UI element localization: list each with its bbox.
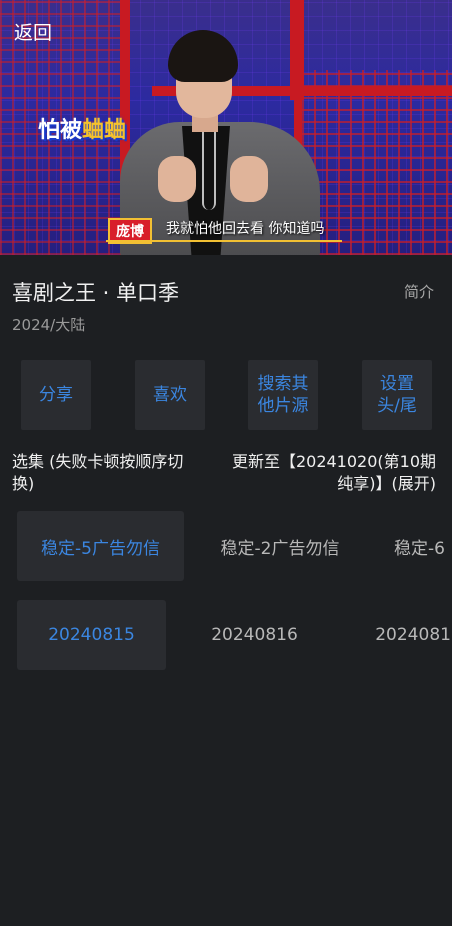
action-bar: 分享 喜欢 搜索其他片源 设置头/尾 <box>0 360 452 430</box>
source-tab-1[interactable]: 稳定-5广告勿信 <box>17 511 184 581</box>
show-title: 喜剧之王 · 单口季 <box>12 281 180 305</box>
episode-item-3[interactable]: 20240817 <box>344 600 452 670</box>
episode-item-2[interactable]: 20240816 <box>180 600 329 670</box>
show-meta: 2024/大陆 <box>12 316 86 334</box>
set-intro-outro-button[interactable]: 设置头/尾 <box>362 360 432 430</box>
episode-section-heading: 选集 (失败卡顿按顺序切换) <box>12 452 184 493</box>
share-button[interactable]: 分享 <box>21 360 91 430</box>
caption-part-a: 怕被 <box>38 118 83 143</box>
update-info-expand[interactable]: 更新至【20241020(第10期纯享)】(展开) <box>231 451 436 495</box>
subtitle-text: 我就怕他回去看 你知道吗 <box>166 221 325 237</box>
source-tabs: 稳定-5广告勿信 稳定-2广告勿信 稳定-6 <box>0 511 452 581</box>
back-button[interactable]: 返回 <box>14 18 52 45</box>
like-button[interactable]: 喜欢 <box>135 360 205 430</box>
episode-list: 20240815 20240816 20240817 <box>0 600 452 670</box>
source-tab-2[interactable]: 稳定-2广告勿信 <box>198 511 362 581</box>
video-caption-overlay: 怕被蛐蛐 <box>38 112 126 144</box>
episode-item-1[interactable]: 20240815 <box>17 600 166 670</box>
source-tab-3[interactable]: 稳定-6 <box>380 511 452 581</box>
intro-button[interactable]: 简介 <box>404 281 434 302</box>
video-player[interactable]: 怕被蛐蛐 庞博 我就怕他回去看 你知道吗 返回 <box>0 0 452 255</box>
subtitle-underline <box>106 240 342 242</box>
search-other-sources-button[interactable]: 搜索其他片源 <box>248 360 318 430</box>
caption-part-b: 蛐蛐 <box>82 118 127 143</box>
